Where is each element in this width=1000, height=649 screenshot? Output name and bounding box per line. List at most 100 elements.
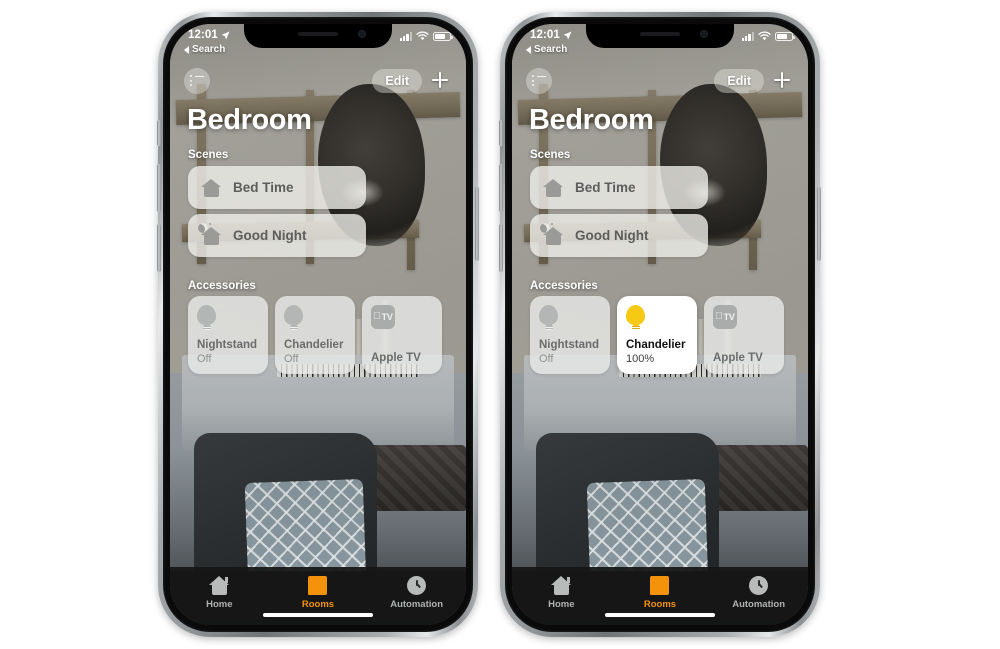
scene-label: Good Night: [233, 228, 307, 243]
clock-icon: [749, 575, 769, 595]
tab-automation[interactable]: Automation: [710, 575, 808, 610]
tab-automation[interactable]: Automation: [368, 575, 466, 610]
accessory-name: Nightstand: [197, 338, 258, 351]
notch: [586, 24, 734, 48]
scenes-section-label: Scenes: [188, 149, 229, 161]
location-arrow-icon: [563, 31, 572, 39]
apple-tv-icon: TV: [371, 305, 395, 329]
screenshot-canvas: 12:01 Search Edit Bedroom Scenes Bed Tim…: [0, 0, 1000, 649]
lightbulb-icon: [626, 305, 645, 331]
tab-label: Home: [548, 599, 575, 610]
scene-row-bed-time[interactable]: Bed Time: [188, 166, 366, 209]
accessory-card-chandelier[interactable]: Chandelier 100%: [617, 296, 697, 374]
front-camera: [700, 30, 708, 38]
scene-row-good-night[interactable]: Good Night: [188, 214, 366, 257]
rooms-icon: [650, 575, 670, 595]
phone-left: 12:01 Search Edit Bedroom Scenes Bed Tim…: [157, 12, 479, 637]
cellular-bars-icon: [741, 31, 754, 41]
tab-label: Automation: [732, 599, 786, 610]
status-time: 12:01: [530, 29, 560, 41]
accessories-grid: Nightstand Off Chandelier Off TV Apple T…: [188, 296, 442, 374]
phone-bezel: 12:01 Search Edit Bedroom Scenes Bed Tim…: [505, 17, 815, 632]
lightbulb-icon: [284, 305, 303, 331]
house-icon: [543, 178, 563, 197]
home-indicator[interactable]: [605, 613, 715, 617]
accessory-status: Off: [539, 352, 554, 365]
phone-bezel: 12:01 Search Edit Bedroom Scenes Bed Tim…: [163, 17, 473, 632]
room-list-button[interactable]: [184, 68, 210, 94]
tab-label: Home: [206, 599, 233, 610]
moon-house-icon: [198, 222, 221, 245]
power-button[interactable]: [475, 187, 479, 261]
wifi-icon: [416, 31, 429, 41]
battery-icon: [433, 31, 453, 41]
accessory-card-nightstand[interactable]: Nightstand Off: [188, 296, 268, 374]
scenes-section-label: Scenes: [530, 149, 571, 161]
app-toolbar: Edit: [170, 68, 466, 98]
volume-up-button[interactable]: [157, 164, 161, 212]
status-time-group: 12:01: [530, 29, 572, 41]
lightbulb-icon: [197, 305, 216, 331]
back-label: Search: [192, 44, 226, 55]
front-camera: [358, 30, 366, 38]
home-indicator[interactable]: [263, 613, 373, 617]
accessory-card-nightstand[interactable]: Nightstand Off: [530, 296, 610, 374]
notch: [244, 24, 392, 48]
accessory-card-apple-tv[interactable]: TV Apple TV: [362, 296, 442, 374]
battery-icon: [775, 31, 795, 41]
status-bar: 12:01 Search: [170, 24, 466, 64]
page-title: Bedroom: [529, 104, 654, 136]
home-app-left: Edit Bedroom Scenes Bed Time Good Night …: [170, 24, 466, 625]
apple-tv-icon: TV: [713, 305, 737, 329]
lightbulb-icon: [539, 305, 558, 331]
scene-label: Bed Time: [575, 180, 636, 195]
back-to-search-link[interactable]: Search: [184, 44, 225, 55]
accessories-section-label: Accessories: [188, 280, 256, 292]
scene-row-bed-time[interactable]: Bed Time: [530, 166, 708, 209]
scene-row-good-night[interactable]: Good Night: [530, 214, 708, 257]
list-icon: [532, 75, 546, 87]
tab-home[interactable]: Home: [170, 575, 268, 610]
tab-label: Rooms: [301, 599, 335, 610]
accessory-name: Chandelier: [626, 338, 686, 351]
scene-label: Good Night: [575, 228, 649, 243]
power-button[interactable]: [817, 187, 821, 261]
tab-rooms[interactable]: Rooms: [269, 575, 367, 610]
status-indicators: [741, 31, 795, 41]
clock-icon: [407, 575, 427, 595]
accessory-name: Chandelier: [284, 338, 344, 351]
tab-rooms[interactable]: Rooms: [611, 575, 709, 610]
volume-up-button[interactable]: [499, 164, 503, 212]
status-bar: 12:01 Search: [512, 24, 808, 64]
tab-label: Rooms: [643, 599, 677, 610]
accessory-card-apple-tv[interactable]: TV Apple TV: [704, 296, 784, 374]
accessory-card-chandelier[interactable]: Chandelier Off: [275, 296, 355, 374]
add-button[interactable]: [428, 68, 452, 92]
accessory-name: Apple TV: [713, 351, 763, 364]
edit-button[interactable]: Edit: [372, 69, 422, 93]
rooms-icon: [308, 575, 328, 595]
earpiece-speaker: [640, 32, 680, 36]
accessory-name: Nightstand: [539, 338, 600, 351]
room-list-button[interactable]: [526, 68, 552, 94]
status-time: 12:01: [188, 29, 218, 41]
accessories-section-label: Accessories: [530, 280, 598, 292]
accessory-status: Off: [284, 352, 299, 365]
moon-house-icon: [540, 222, 563, 245]
wifi-icon: [758, 31, 771, 41]
edit-button[interactable]: Edit: [714, 69, 764, 93]
volume-down-button[interactable]: [499, 224, 503, 272]
cellular-bars-icon: [399, 31, 412, 41]
scene-label: Bed Time: [233, 180, 294, 195]
back-triangle-icon: [526, 45, 531, 54]
phone-screen-left: 12:01 Search Edit Bedroom Scenes Bed Tim…: [170, 24, 466, 625]
add-button[interactable]: [770, 68, 794, 92]
back-to-search-link[interactable]: Search: [526, 44, 567, 55]
accessory-status: Off: [197, 352, 212, 365]
silent-switch[interactable]: [157, 120, 161, 146]
accessory-status: 100%: [626, 352, 655, 365]
tab-home[interactable]: Home: [512, 575, 610, 610]
silent-switch[interactable]: [499, 120, 503, 146]
accessory-name: Apple TV: [371, 351, 421, 364]
volume-down-button[interactable]: [157, 224, 161, 272]
